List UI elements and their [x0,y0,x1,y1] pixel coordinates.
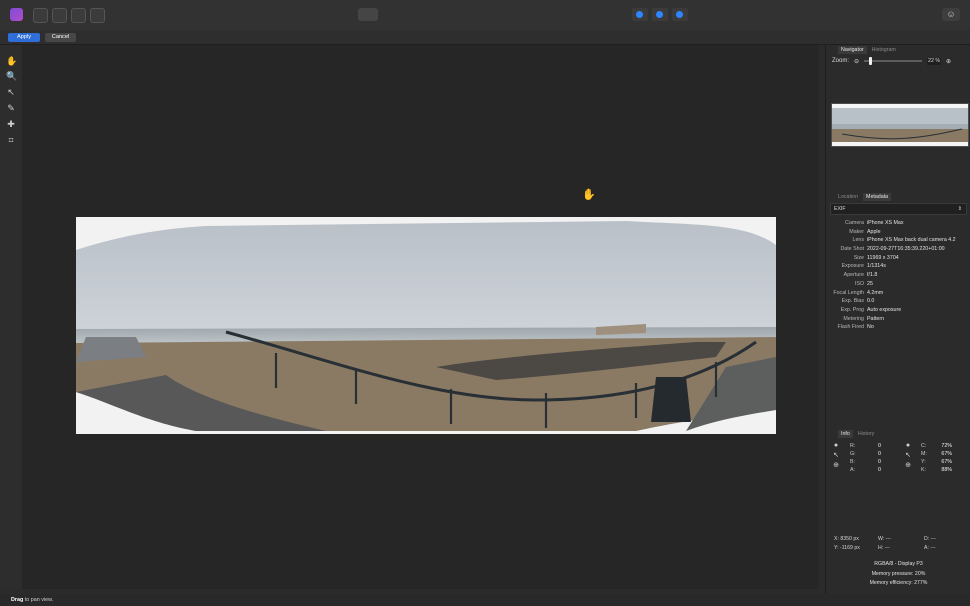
tab-metadata[interactable]: Metadata [863,192,892,201]
target-icon[interactable]: ⊕ [832,462,840,470]
metadata-row: Exp. Bias 0.0 [841,298,875,305]
target-icon[interactable]: ⊕ [904,462,912,470]
bin [651,377,691,422]
navigator-thumbnail [832,104,968,146]
develop-persona-icon[interactable] [52,8,67,23]
info-row-b: B: 0 [850,458,881,465]
info-grid: ● ↖ ⊕ ● ↖ ⊕ R: 0 G: 0 B: 0 A: 0 C: 72% M: 67% … [826,439,970,509]
metadata-row: Flash Fired No [837,324,874,331]
panorama-svg [76,217,776,434]
metadata-row: Maker Apple [849,228,881,235]
status-text: to pan view. [24,597,54,603]
chevron-updown-icon: ⇕ [957,206,962,212]
cancel-button[interactable]: Cancel [45,33,76,42]
zoom-in-icon[interactable]: ⊕ [946,58,951,65]
metadata-row: Aperture f/1.8 [843,272,878,279]
coord-a: A: --- [924,545,936,551]
status-bar: Drag to pan view. [0,594,970,606]
brush-tool-icon[interactable]: ✎ [6,103,16,113]
right-panels: Navigator Histogram Zoom: ⊖ 22 % ⊕ Locat… [825,45,970,594]
zoom-out-icon[interactable]: ⊖ [854,58,859,65]
metadata-row: Lens iPhone XS Max back dual camera 4.2 [852,237,956,244]
metadata-tabs: Location Metadata [826,192,970,201]
eyedropper-icon[interactable]: ● [832,442,840,450]
status-drag-word: Drag [11,597,24,603]
hand-cursor-icon: ✋ [582,189,596,201]
metadata-row: Metering Pattern [843,315,885,322]
coord-d: D: --- [924,536,936,542]
coord-w: W: --- [878,536,891,542]
info-row-c: C: 72% [921,442,952,449]
tab-history[interactable]: History [858,431,874,437]
crop-tool-icon[interactable]: ⌗ [6,135,16,145]
tab-info[interactable]: Info [838,430,853,439]
color-profile: RGBA/8 - Display P3 [874,561,923,567]
pointer-icon[interactable]: ↖ [904,452,912,460]
metadata-row: Camera iPhone XS Max [845,220,904,226]
patch-tool-icon[interactable]: ✚ [6,119,16,129]
zoom-label: Zoom: [832,58,850,64]
zoom-row: Zoom: ⊖ 22 % ⊕ [826,54,970,68]
coord-y: Y: -1169 px [834,545,860,551]
brush-tool-icon[interactable] [358,8,378,21]
metadata-row: Exp. Prog Auto exposure [840,306,902,313]
info-tabs: Info History [826,430,970,439]
metadata-row: Size 11969 x 3704 [853,254,899,261]
metadata-row: Date Shot 2022-09-27T16:35:39.220+01:00 [840,246,945,253]
blue-mode-icon-3[interactable] [672,8,688,21]
blue-mode-icon-2[interactable] [652,8,668,21]
blue-mode-icon-1[interactable] [632,8,648,21]
metadata-row: ISO 25 [854,280,873,287]
user-icon[interactable]: ☺ [942,8,960,21]
liquify-persona-icon[interactable] [33,8,48,23]
metadata-list: Camera iPhone XS Max Maker Apple Lens iPhon… [826,219,970,332]
photo-persona-icon[interactable] [10,8,23,21]
panorama-image [76,217,776,434]
navigator-tabs: Navigator Histogram [826,45,970,54]
zoom-tool-icon[interactable]: 🔍 [6,71,17,81]
left-toolbar: ✋ 🔍 ↖ ✎ ✚ ⌗ [0,45,23,589]
metadata-type-value: EXIF [834,206,846,212]
navigator-preview[interactable] [831,103,969,147]
pointer-icon[interactable]: ↖ [832,452,840,460]
metadata-row: Exposure 1/1314s [841,263,886,270]
info-row-m: M: 67% [921,450,952,457]
tab-histogram[interactable]: Histogram [872,47,896,53]
tone-mapping-persona-icon[interactable] [71,8,86,23]
info-row-a: A: 0 [850,466,881,473]
zoom-slider[interactable] [864,57,923,65]
info-row-r: R: 0 [850,442,881,449]
memory-pressure: Memory pressure: 20% [871,571,926,577]
info-row-g: G: 0 [850,450,881,457]
apply-button[interactable]: Apply [8,33,40,42]
zoom-value[interactable]: 22 % [927,57,942,65]
coord-h: H: --- [878,545,890,551]
export-persona-icon[interactable] [90,8,105,23]
eyedropper-icon[interactable]: ● [904,442,912,450]
context-toolbar [0,30,970,45]
top-toolbar: ☺ [0,0,970,30]
move-tool-icon[interactable]: ↖ [6,87,16,97]
info-row-y: Y: 67% [921,458,952,465]
coord-x: X: 8350 px [834,536,859,542]
memory-efficiency: Memory efficiency: 277% [869,580,928,586]
hand-tool-icon[interactable]: ✋ [6,56,17,66]
metadata-type-select[interactable]: EXIF ⇕ [830,203,967,215]
info-row-k: K: 88% [921,466,952,473]
tab-location[interactable]: Location [838,194,858,200]
metadata-row: Focal Length 4.2mm [833,289,884,296]
tab-navigator[interactable]: Navigator [838,45,867,54]
